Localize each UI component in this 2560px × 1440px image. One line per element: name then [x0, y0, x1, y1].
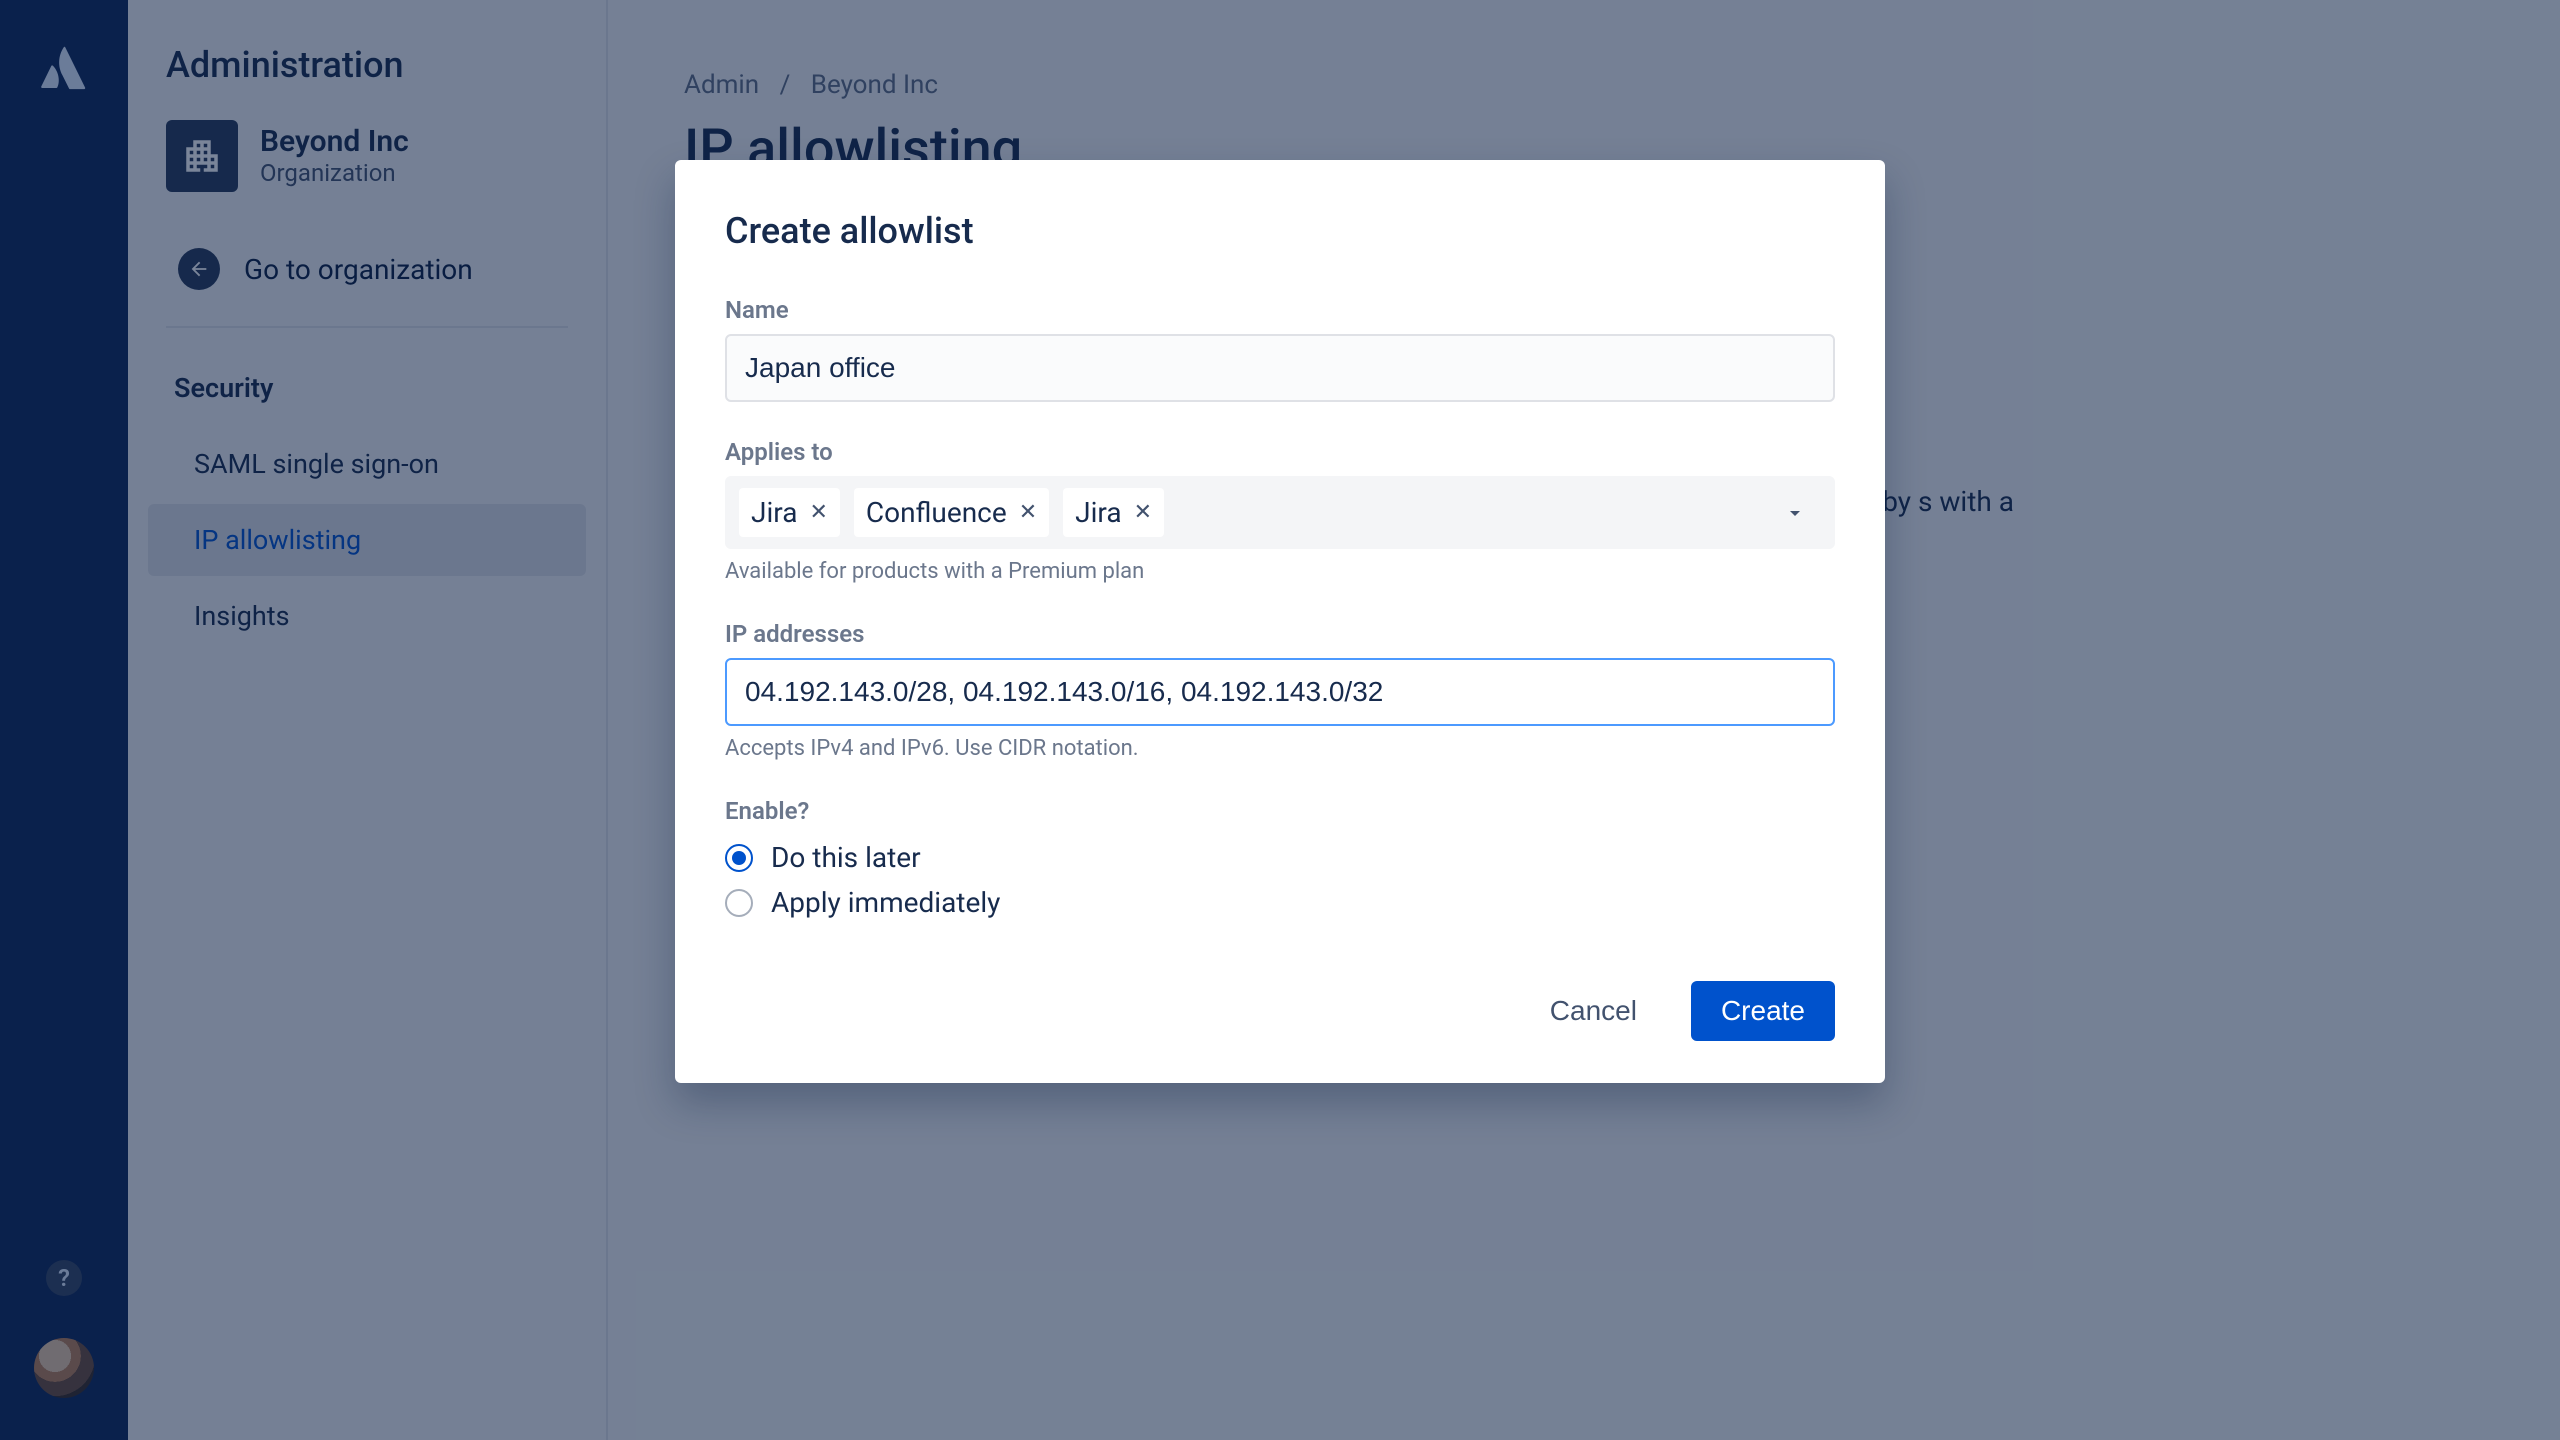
ip-addresses-label: IP addresses: [725, 620, 1835, 648]
enable-radio-immediate[interactable]: [725, 889, 753, 917]
chevron-down-icon[interactable]: [1783, 501, 1807, 525]
cancel-button[interactable]: Cancel: [1520, 981, 1667, 1041]
enable-radio-later[interactable]: [725, 844, 753, 872]
remove-tag-icon[interactable]: ✕: [809, 502, 827, 524]
create-allowlist-modal: Create allowlist Name Applies to Jira ✕ …: [675, 160, 1885, 1083]
remove-tag-icon[interactable]: ✕: [1134, 502, 1152, 524]
ip-addresses-input[interactable]: [725, 658, 1835, 726]
tag-label: Jira: [751, 496, 797, 529]
tag-label: Confluence: [866, 496, 1007, 529]
modal-title: Create allowlist: [725, 210, 1835, 252]
applies-to-label: Applies to: [725, 438, 1835, 466]
ip-addresses-helper: Accepts IPv4 and IPv6. Use CIDR notation…: [725, 736, 1835, 761]
create-button[interactable]: Create: [1691, 981, 1835, 1041]
applies-to-select[interactable]: Jira ✕ Confluence ✕ Jira ✕: [725, 476, 1835, 549]
remove-tag-icon[interactable]: ✕: [1019, 502, 1037, 524]
applies-to-tag: Jira ✕: [739, 488, 840, 537]
tag-label: Jira: [1075, 496, 1121, 529]
applies-to-tag: Jira ✕: [1063, 488, 1164, 537]
enable-radio-immediate-label: Apply immediately: [771, 886, 1000, 919]
enable-radio-later-label: Do this later: [771, 841, 921, 874]
modal-overlay[interactable]: Create allowlist Name Applies to Jira ✕ …: [0, 0, 2560, 1440]
name-label: Name: [725, 296, 1835, 324]
applies-to-helper: Available for products with a Premium pl…: [725, 559, 1835, 584]
enable-label: Enable?: [725, 797, 1835, 825]
name-input[interactable]: [725, 334, 1835, 402]
applies-to-tag: Confluence ✕: [854, 488, 1049, 537]
